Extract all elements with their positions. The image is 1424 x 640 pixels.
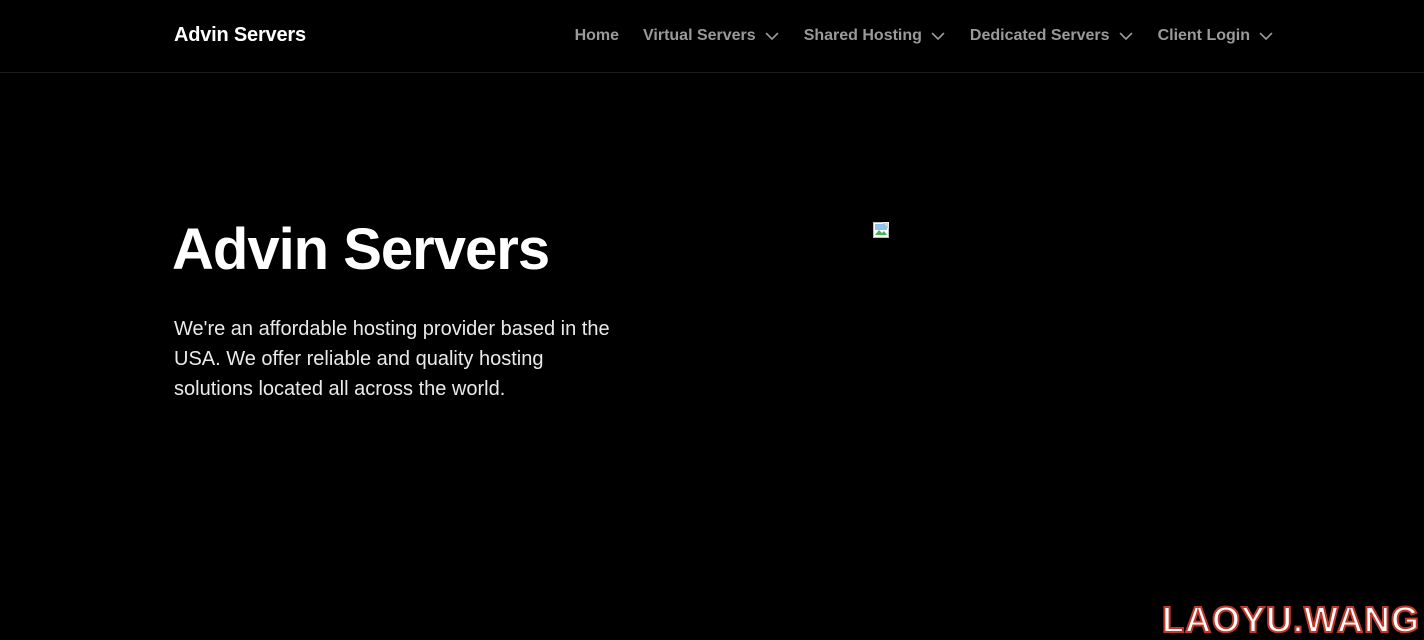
nav-item-dedicated-servers[interactable]: Dedicated Servers <box>970 25 1134 47</box>
nav-item-label: Virtual Servers <box>643 27 756 44</box>
broken-image-icon <box>873 222 890 238</box>
chevron-down-icon <box>930 28 946 44</box>
nav-item-label: Dedicated Servers <box>969 27 1110 44</box>
top-navbar: Advin Servers Home Virtual Servers Share… <box>0 0 1424 73</box>
nav-item-label: Client Login <box>1157 27 1250 44</box>
page: Advin Servers Home Virtual Servers Share… <box>0 0 1424 640</box>
nav-item-label: Home <box>574 27 620 44</box>
nav-item-shared-hosting[interactable]: Shared Hosting <box>804 25 946 47</box>
watermark-text: LAOYU.WANG <box>1161 599 1420 640</box>
hero-title: Advin Servers <box>172 217 550 282</box>
chevron-down-icon <box>1258 28 1274 44</box>
nav-item-client-login[interactable]: Client Login <box>1158 25 1274 47</box>
hero-description: We're an affordable hosting provider bas… <box>174 318 610 400</box>
nav-item-label: Shared Hosting <box>803 27 922 44</box>
main-nav: Home Virtual Servers Shared Hosting Dedi… <box>575 24 1274 48</box>
chevron-down-icon <box>764 28 780 44</box>
brand-logo-link[interactable]: Advin Servers <box>174 22 306 48</box>
chevron-down-icon <box>1118 28 1134 44</box>
nav-item-home[interactable]: Home <box>575 25 619 47</box>
nav-item-virtual-servers[interactable]: Virtual Servers <box>643 25 780 47</box>
